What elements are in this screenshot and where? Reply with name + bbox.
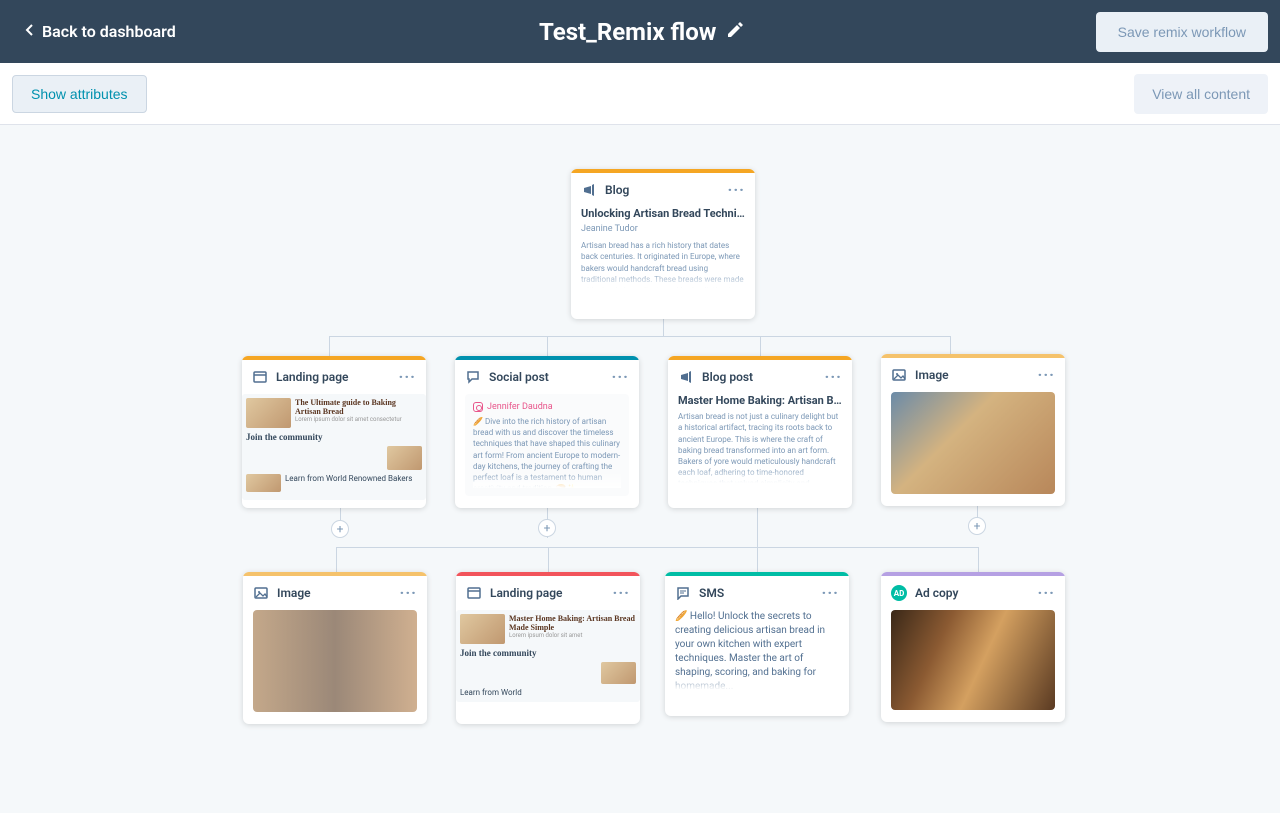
node-ad-copy[interactable]: AD Ad copy ··· — [881, 572, 1065, 722]
thumbnail — [460, 614, 505, 644]
connector — [329, 336, 951, 337]
card-text: 🥖 Hello! Unlock the secrets to creating … — [675, 610, 839, 690]
connector — [950, 336, 951, 356]
social-author: Jennifer Daudna — [473, 402, 621, 412]
show-attributes-button[interactable]: Show attributes — [12, 75, 147, 113]
connector — [978, 547, 979, 572]
instagram-icon — [473, 402, 483, 412]
node-image[interactable]: Image ··· — [243, 572, 427, 724]
card-type: Blog post — [702, 370, 817, 384]
thumbnail — [246, 474, 281, 492]
window-icon — [466, 585, 482, 601]
workflow-canvas[interactable]: Blog ··· Unlocking Artisan Bread Techniq… — [0, 125, 1280, 813]
connector — [548, 547, 549, 572]
megaphone-icon — [678, 369, 694, 385]
topbar: Back to dashboard Test_Remix flow Save r… — [0, 0, 1280, 63]
thumbnail — [601, 662, 636, 684]
megaphone-icon — [581, 182, 597, 198]
preview-title: The Ultimate guide to Baking Artisan Bre… — [295, 398, 422, 416]
more-icon[interactable]: ··· — [728, 182, 745, 198]
subbar: Show attributes View all content — [0, 63, 1280, 125]
back-to-dashboard-link[interactable]: Back to dashboard — [12, 14, 188, 49]
connector — [336, 547, 337, 572]
connector — [663, 319, 664, 336]
image-preview — [891, 392, 1055, 494]
card-text: Artisan bread is not just a culinary del… — [678, 411, 842, 483]
community-heading: Join the community — [460, 648, 636, 658]
preview-text: Lorem ipsum dolor sit amet consectetur — [295, 416, 422, 423]
card-type: SMS — [699, 586, 814, 600]
chat-icon — [465, 369, 481, 385]
more-icon[interactable]: ··· — [400, 585, 417, 601]
more-icon[interactable]: ··· — [1038, 585, 1055, 601]
card-type: Ad copy — [915, 586, 1030, 600]
learn-text: Learn from World — [460, 688, 636, 698]
add-node-button[interactable]: + — [968, 517, 986, 535]
preview-text: Lorem ipsum dolor sit amet — [509, 632, 636, 639]
window-icon — [252, 369, 268, 385]
more-icon[interactable]: ··· — [825, 369, 842, 385]
preview-title: Master Home Baking: Artisan Bread Made S… — [509, 614, 636, 632]
message-icon — [675, 585, 691, 601]
connector — [547, 336, 548, 356]
learn-text: Learn from World Renowned Bakers — [285, 474, 422, 492]
more-icon[interactable]: ··· — [1038, 367, 1055, 383]
save-workflow-button[interactable]: Save remix workflow — [1096, 12, 1268, 52]
card-type: Social post — [489, 370, 604, 384]
node-landing-page[interactable]: Landing page ··· Master Home Baking: Art… — [456, 572, 640, 724]
card-text: Artisan bread has a rich history that da… — [581, 240, 745, 288]
card-author: Jeanine Tudor — [581, 224, 745, 234]
more-icon[interactable]: ··· — [613, 585, 630, 601]
page-title: Test_Remix flow — [539, 18, 716, 46]
card-type: Blog — [605, 183, 720, 197]
image-icon — [891, 367, 907, 383]
back-label: Back to dashboard — [42, 22, 176, 41]
node-social-post[interactable]: Social post ··· Jennifer Daudna 🥖 Dive i… — [455, 356, 639, 508]
image-preview — [891, 610, 1055, 710]
add-node-button[interactable]: + — [331, 520, 349, 538]
card-type: Image — [277, 586, 392, 600]
view-all-content-button[interactable]: View all content — [1134, 74, 1268, 114]
more-icon[interactable]: ··· — [399, 369, 416, 385]
connector — [329, 336, 330, 356]
card-type: Image — [915, 368, 1030, 382]
more-icon[interactable]: ··· — [822, 585, 839, 601]
thumbnail — [246, 398, 291, 428]
community-heading: Join the community — [246, 432, 422, 442]
node-blog-root[interactable]: Blog ··· Unlocking Artisan Bread Techniq… — [571, 169, 755, 319]
add-node-button[interactable]: + — [538, 519, 556, 537]
title-wrap: Test_Remix flow — [539, 18, 744, 46]
ad-icon: AD — [891, 585, 907, 601]
connector — [336, 547, 979, 548]
card-text: 🥖 Dive into the rich history of artisan … — [473, 416, 621, 488]
node-landing-page[interactable]: Landing page ··· The Ultimate guide to B… — [242, 356, 426, 508]
card-type: Landing page — [490, 586, 605, 600]
image-preview — [253, 610, 417, 712]
card-type: Landing page — [276, 370, 391, 384]
chevron-left-icon — [24, 22, 34, 41]
thumbnail — [387, 446, 422, 470]
node-blog-post[interactable]: Blog post ··· Master Home Baking: Artisa… — [668, 356, 852, 508]
connector — [757, 508, 758, 573]
pencil-icon[interactable] — [726, 21, 744, 43]
more-icon[interactable]: ··· — [612, 369, 629, 385]
connector — [760, 336, 761, 356]
image-icon — [253, 585, 269, 601]
card-title: Unlocking Artisan Bread Technique... — [581, 207, 745, 221]
node-sms[interactable]: SMS ··· 🥖 Hello! Unlock the secrets to c… — [665, 572, 849, 716]
node-image[interactable]: Image ··· — [881, 354, 1065, 506]
card-title: Master Home Baking: Artisan Ba.. — [678, 394, 842, 408]
